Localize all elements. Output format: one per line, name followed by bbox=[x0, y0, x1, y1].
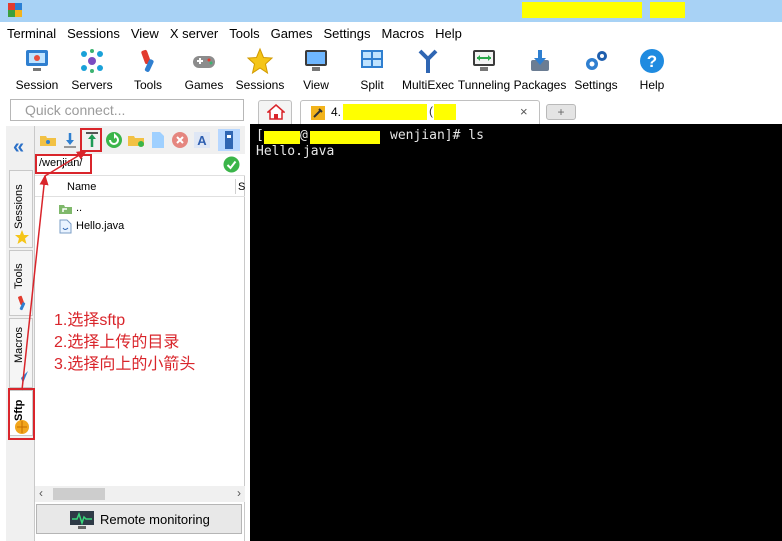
tab-title-redaction-2 bbox=[434, 104, 456, 120]
side-tab-bar: « Sessions Tools Macros Sftp bbox=[6, 126, 35, 541]
packages-icon bbox=[531, 50, 549, 71]
menu-terminal[interactable]: Terminal bbox=[7, 26, 56, 41]
sessions-button[interactable]: Sessions bbox=[229, 44, 291, 96]
refresh-icon[interactable] bbox=[105, 131, 123, 149]
open-folder-icon[interactable] bbox=[39, 131, 57, 149]
prompt-host-redaction bbox=[310, 131, 380, 144]
star-icon bbox=[246, 47, 274, 75]
ssh-tab-icon bbox=[311, 106, 325, 120]
split-icon bbox=[361, 50, 383, 68]
delete-icon[interactable] bbox=[171, 131, 189, 149]
new-folder-icon[interactable] bbox=[127, 131, 145, 149]
column-size[interactable]: S bbox=[238, 181, 245, 193]
text-mode-icon[interactable]: A bbox=[193, 131, 211, 149]
gamepad-icon bbox=[193, 56, 215, 68]
scroll-right-arrow-icon[interactable]: › bbox=[237, 486, 241, 500]
terminal-command: wenjian]# ls bbox=[390, 128, 484, 143]
session-tab-strip: 4. ( × + bbox=[250, 96, 782, 124]
annotation-step-2: 2.选择上传的目录 bbox=[54, 334, 180, 351]
help-button[interactable]: ? Help bbox=[621, 44, 683, 96]
monitoring-icon bbox=[70, 511, 94, 529]
file-list-header: Name S bbox=[35, 176, 245, 197]
sftp-toolbar: A bbox=[35, 126, 245, 154]
terminal-view[interactable]: [ @ wenjian]# ls Hello.java bbox=[250, 124, 782, 541]
session-tab-4[interactable]: 4. ( × bbox=[300, 100, 540, 124]
sessions-star-icon bbox=[15, 230, 29, 244]
settings-gears-icon bbox=[586, 51, 607, 70]
view-button[interactable]: View bbox=[285, 44, 347, 96]
title-redaction-2 bbox=[650, 2, 685, 18]
scroll-thumb[interactable] bbox=[53, 488, 105, 500]
tools-side-icon bbox=[18, 295, 26, 311]
home-tab[interactable] bbox=[258, 100, 292, 124]
home-icon bbox=[267, 104, 285, 120]
collapse-sidebar-icon[interactable]: « bbox=[13, 136, 24, 159]
menu-x-server[interactable]: X server bbox=[170, 26, 218, 41]
file-row-hello-java[interactable]: Hello.java bbox=[35, 218, 245, 236]
download-arrow-icon[interactable] bbox=[61, 131, 79, 149]
tab-macros[interactable]: Macros bbox=[9, 318, 33, 388]
view-monitor-icon bbox=[305, 50, 327, 71]
menu-macros[interactable]: Macros bbox=[381, 26, 424, 41]
tunneling-icon bbox=[473, 50, 495, 71]
games-button[interactable]: Games bbox=[173, 44, 235, 96]
tab-tools[interactable]: Tools bbox=[9, 250, 33, 316]
file-row-parent[interactable]: .. bbox=[35, 200, 245, 218]
menu-games[interactable]: Games bbox=[271, 26, 313, 41]
annotation-box-sftp-tab bbox=[8, 388, 35, 440]
terminal-output: Hello.java bbox=[256, 144, 335, 159]
path-ok-check-icon[interactable] bbox=[223, 156, 240, 173]
servers-button[interactable]: Servers bbox=[61, 44, 123, 96]
settings-button[interactable]: Settings bbox=[565, 44, 627, 96]
remote-monitoring-button[interactable]: Remote monitoring bbox=[36, 504, 242, 534]
column-name[interactable]: Name bbox=[67, 181, 96, 193]
menu-bar: Terminal Sessions View X server Tools Ga… bbox=[0, 22, 782, 44]
annotation-instructions: 1.选择sftp 2.选择上传的目录 3.选择向上的小箭头 bbox=[54, 310, 195, 376]
svg-text:?: ? bbox=[647, 52, 657, 71]
monitor-session-icon bbox=[26, 50, 48, 71]
mobaxterm-window: { "menu": ["Terminal", "Sessions", "View… bbox=[0, 0, 782, 541]
menu-settings[interactable]: Settings bbox=[324, 26, 371, 41]
column-divider bbox=[235, 179, 236, 194]
tab-sessions[interactable]: Sessions bbox=[9, 170, 33, 248]
servers-icon bbox=[81, 49, 103, 73]
macros-icon bbox=[16, 371, 28, 383]
mobaxterm-logo-icon bbox=[8, 3, 22, 17]
svg-text:A: A bbox=[197, 133, 207, 148]
menu-tools[interactable]: Tools bbox=[229, 26, 259, 41]
annotation-box-path bbox=[35, 154, 92, 174]
permissions-icon[interactable] bbox=[218, 129, 240, 151]
new-tab-button[interactable]: + bbox=[546, 104, 576, 120]
new-file-icon[interactable] bbox=[149, 131, 167, 149]
main-toolbar: Session Servers Tools Games Sessions Vie… bbox=[0, 44, 782, 96]
close-tab-icon[interactable]: × bbox=[520, 104, 528, 119]
horizontal-scrollbar[interactable]: ‹ › bbox=[35, 486, 245, 502]
tab-title-redaction bbox=[343, 104, 427, 120]
split-button[interactable]: Split bbox=[341, 44, 403, 96]
scroll-left-arrow-icon[interactable]: ‹ bbox=[39, 486, 43, 500]
java-file-icon bbox=[59, 219, 72, 234]
annotation-step-1: 1.选择sftp bbox=[54, 312, 126, 329]
multiexec-button[interactable]: MultiExec bbox=[397, 44, 459, 96]
tools-icon bbox=[141, 49, 154, 72]
menu-view[interactable]: View bbox=[131, 26, 159, 41]
session-button[interactable]: Session bbox=[6, 44, 68, 96]
title-bar bbox=[0, 0, 782, 22]
help-icon: ? bbox=[640, 49, 664, 73]
menu-sessions[interactable]: Sessions bbox=[67, 26, 120, 41]
tunneling-button[interactable]: Tunneling bbox=[453, 44, 515, 96]
packages-button[interactable]: Packages bbox=[509, 44, 571, 96]
annotation-box-upload bbox=[80, 128, 102, 152]
annotation-step-3: 3.选择向上的小箭头 bbox=[54, 356, 196, 373]
parent-folder-icon bbox=[59, 205, 72, 214]
quick-connect-input[interactable]: Quick connect... bbox=[10, 99, 244, 121]
prompt-user-redaction bbox=[264, 131, 300, 144]
menu-help[interactable]: Help bbox=[435, 26, 462, 41]
title-redaction bbox=[522, 2, 642, 18]
multiexec-icon bbox=[418, 49, 438, 73]
tools-button[interactable]: Tools bbox=[117, 44, 179, 96]
